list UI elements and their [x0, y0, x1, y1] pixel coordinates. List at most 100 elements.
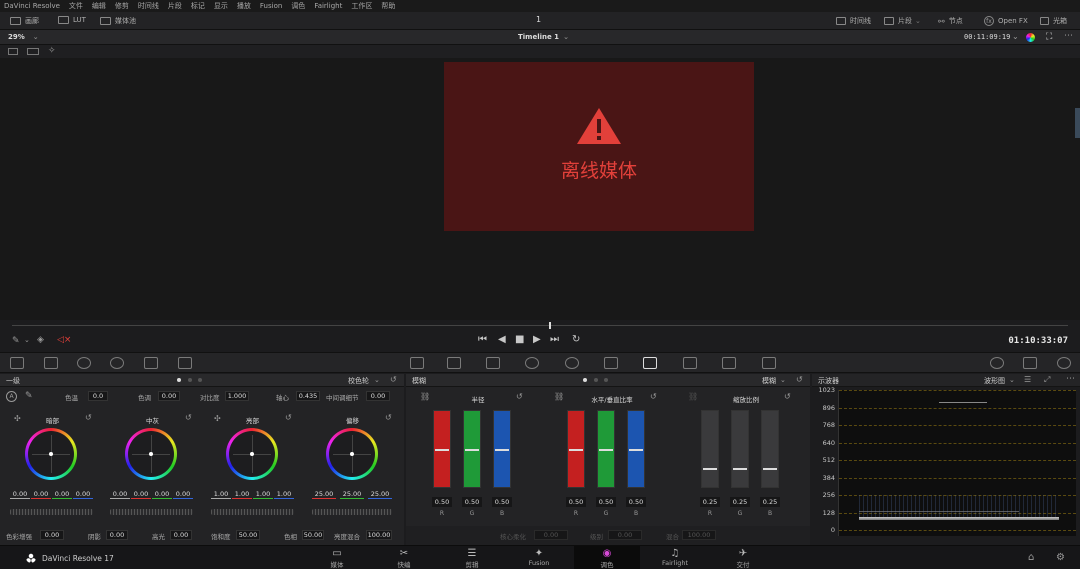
lift-g-value[interactable]: 0.00	[52, 489, 72, 499]
scope-mode-select[interactable]: 波形图	[984, 376, 1005, 386]
slider-knob[interactable]	[733, 468, 747, 470]
mid-detail-field[interactable]: 0.00	[366, 391, 390, 401]
menu-item-trim[interactable]: 修剪	[115, 1, 129, 11]
menu-item-color[interactable]: 调色	[291, 1, 305, 11]
scale-link-icon[interactable]: ⛓	[688, 392, 698, 401]
radius-b-slider[interactable]	[493, 410, 511, 488]
gain-reset-icon[interactable]: ↺	[285, 413, 292, 422]
clips-button[interactable]: 片段 ⌄	[884, 16, 921, 26]
gain-g-value[interactable]: 1.00	[253, 489, 273, 499]
scope-expand-icon[interactable]: ⤢	[1044, 375, 1050, 385]
highlights-field[interactable]: 0.00	[170, 530, 192, 540]
pivot-field[interactable]: 0.435	[296, 391, 320, 401]
menu-item-app[interactable]: DaVinci Resolve	[4, 2, 60, 10]
lift-picker-icon[interactable]: ✣	[14, 414, 21, 423]
hdr-icon[interactable]	[110, 357, 124, 369]
blur-icon[interactable]	[643, 357, 657, 369]
lift-wheel[interactable]	[25, 428, 77, 480]
tracker-icon[interactable]	[565, 357, 579, 369]
timeline-button[interactable]: 时间线	[836, 16, 871, 26]
step-back-icon[interactable]: ◀	[498, 334, 506, 345]
page-dot-active[interactable]	[177, 378, 181, 382]
scale-r-slider[interactable]	[701, 410, 719, 488]
zoom-select[interactable]: 29% ⌄	[8, 33, 39, 41]
blur-reset-icon[interactable]: ↺	[796, 375, 803, 384]
radius-g-slider[interactable]	[463, 410, 481, 488]
color-boost-field[interactable]: 0.00	[40, 530, 64, 540]
picker-icon[interactable]: ✎	[25, 391, 33, 401]
page-button-edit[interactable]: ☰ 剪辑	[439, 546, 505, 569]
menu-item-fusion[interactable]: Fusion	[260, 2, 282, 10]
ratio-g-value[interactable]: 0.50	[596, 497, 616, 507]
mix-field[interactable]: 100.00	[682, 530, 716, 540]
side-handle[interactable]	[1075, 108, 1080, 138]
saturation-field[interactable]: 50.00	[236, 530, 260, 540]
key-icon[interactable]	[683, 357, 697, 369]
motion-effects-icon[interactable]	[178, 357, 192, 369]
gain-master-wheel[interactable]	[211, 509, 294, 515]
eyedropper-icon[interactable]: ✎	[12, 336, 20, 346]
slider-knob[interactable]	[599, 449, 613, 451]
magic-mask-icon[interactable]	[604, 357, 618, 369]
split-screen-icon[interactable]	[27, 48, 39, 55]
lum-mix-field[interactable]: 100.00	[366, 530, 392, 540]
sizing-icon[interactable]	[722, 357, 736, 369]
slider-knob[interactable]	[569, 449, 583, 451]
qualifier-icon[interactable]	[486, 357, 500, 369]
slider-knob[interactable]	[495, 449, 509, 451]
home-icon[interactable]: ⌂	[1028, 552, 1034, 563]
viewer-icon[interactable]	[990, 357, 1004, 369]
nodes-button[interactable]: ⚯ 节点	[938, 16, 963, 26]
auto-balance-icon[interactable]: A	[6, 391, 17, 402]
level-field[interactable]: 0.00	[608, 530, 642, 540]
openfx-button[interactable]: fx Open FX	[984, 16, 1028, 26]
gamma-wheel[interactable]	[125, 428, 177, 480]
page-dot[interactable]	[604, 378, 608, 382]
mute-icon[interactable]: ◁×	[57, 335, 71, 345]
primaries-mode-select[interactable]: 校色轮	[348, 376, 369, 386]
lift-r-value[interactable]: 0.00	[31, 489, 51, 499]
scale-b-value[interactable]: 0.25	[760, 497, 780, 507]
menu-item-clip[interactable]: 片段	[168, 1, 182, 11]
timeline-select[interactable]: Timeline 1 ⌄	[518, 33, 569, 41]
page-button-deliver[interactable]: ✈ 交付	[710, 546, 776, 569]
lightbox-button[interactable]: 光箱	[1040, 16, 1067, 26]
page-button-color[interactable]: ◉ 调色	[574, 546, 640, 569]
page-dot[interactable]	[188, 378, 192, 382]
scale-reset-icon[interactable]: ↺	[784, 392, 791, 401]
more-options-icon[interactable]: ⋯	[1064, 31, 1073, 41]
core-softness-field[interactable]: 0.00	[534, 530, 568, 540]
radius-reset-icon[interactable]: ↺	[516, 392, 523, 401]
ratio-b-value[interactable]: 0.50	[626, 497, 646, 507]
page-button-media[interactable]: ▭ 媒体	[304, 546, 370, 569]
stop-icon[interactable]: ■	[515, 334, 524, 345]
contrast-field[interactable]: 1.000	[225, 391, 249, 401]
gamma-reset-icon[interactable]: ↺	[185, 413, 192, 422]
window-icon[interactable]	[525, 357, 539, 369]
page-dot[interactable]	[198, 378, 202, 382]
highlight-icon[interactable]: ✧	[48, 46, 56, 56]
menu-item-playback[interactable]: 播放	[237, 1, 251, 11]
eyedropper-chevron-icon[interactable]: ⌄	[24, 336, 30, 344]
settings-gear-icon[interactable]: ⚙	[1056, 552, 1065, 563]
slider-knob[interactable]	[703, 468, 717, 470]
gallery-button[interactable]: 画廊	[10, 16, 39, 26]
scope-settings-icon[interactable]: ☰	[1024, 375, 1031, 384]
shadows-field[interactable]: 0.00	[106, 530, 128, 540]
gamma-b-value[interactable]: 0.00	[173, 489, 193, 499]
go-to-end-icon[interactable]: ⏭	[550, 334, 559, 345]
page-dot-active[interactable]	[583, 378, 587, 382]
blur-mode-chevron-icon[interactable]: ⌄	[780, 376, 786, 384]
gamma-master-wheel[interactable]	[110, 509, 193, 515]
image-wipe-icon[interactable]	[8, 48, 18, 55]
ratio-r-slider[interactable]	[567, 410, 585, 488]
offset-g-value[interactable]: 25.00	[340, 489, 364, 499]
color-warper-icon[interactable]	[447, 357, 461, 369]
menu-item-fairlight[interactable]: Fairlight	[314, 2, 342, 10]
page-button-fusion[interactable]: ✦ Fusion	[506, 546, 572, 569]
slider-knob[interactable]	[629, 449, 643, 451]
menu-item-help[interactable]: 帮助	[381, 1, 395, 11]
slider-knob[interactable]	[435, 449, 449, 451]
audio-icon[interactable]: ◈	[37, 335, 44, 345]
slider-knob[interactable]	[465, 449, 479, 451]
